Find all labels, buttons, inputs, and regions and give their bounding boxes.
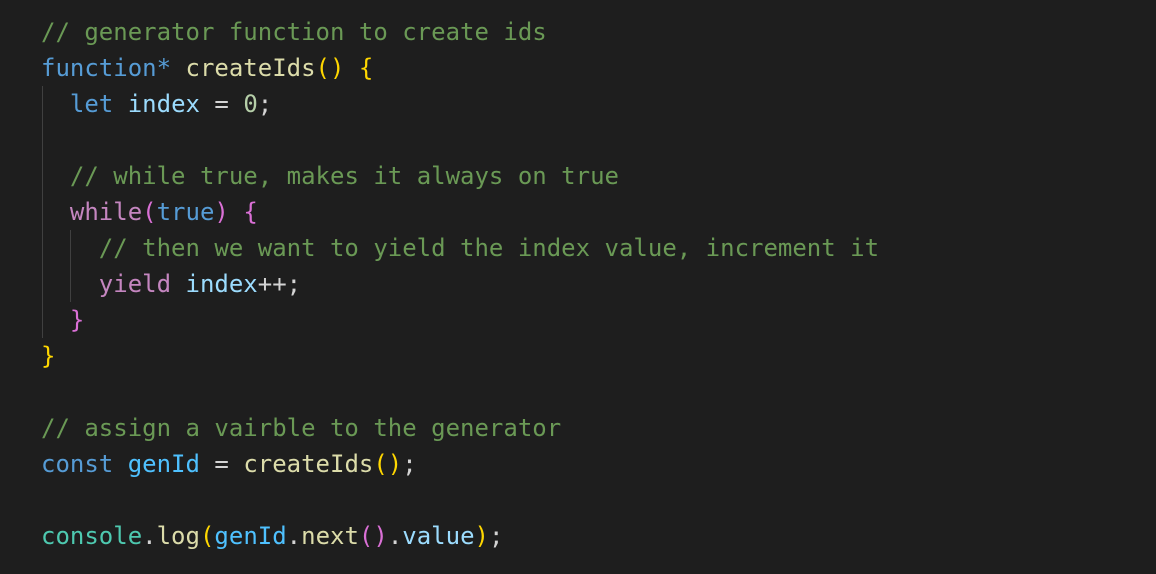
code-token: createIds bbox=[185, 54, 316, 82]
code-token: console bbox=[41, 522, 143, 550]
code-token: = bbox=[199, 450, 244, 478]
code-token: ; bbox=[257, 90, 273, 118]
code-token: yield bbox=[98, 270, 172, 298]
code-token: ) bbox=[474, 522, 489, 550]
code-token: . bbox=[286, 522, 302, 550]
code-line[interactable]: yield index++; bbox=[41, 266, 879, 302]
code-token: genId bbox=[127, 450, 200, 478]
code-token: index bbox=[127, 90, 200, 118]
code-line[interactable]: // generator function to create ids bbox=[41, 14, 879, 50]
code-token: // generator function to create ids bbox=[41, 18, 547, 46]
code-token: 0 bbox=[243, 90, 258, 118]
code-token: ++; bbox=[257, 270, 302, 298]
code-token: function* bbox=[41, 54, 172, 82]
code-line[interactable]: function* createIds() { bbox=[41, 50, 879, 86]
code-token: { bbox=[243, 198, 258, 226]
code-line[interactable]: } bbox=[41, 338, 879, 374]
code-token: const bbox=[41, 450, 114, 478]
code-token: . bbox=[387, 522, 403, 550]
code-area[interactable]: // generator function to create ids funct… bbox=[41, 14, 879, 554]
code-token: ; bbox=[402, 450, 417, 478]
code-line[interactable]: let index = 0; bbox=[41, 86, 879, 122]
code-line[interactable]: while(true) { bbox=[41, 194, 879, 230]
code-line[interactable]: console.log(genId.next().value); bbox=[41, 518, 879, 554]
code-token: true bbox=[156, 198, 215, 226]
code-token: } bbox=[69, 306, 85, 334]
code-line[interactable]: // then we want to yield the index value… bbox=[41, 230, 879, 266]
code-token: ( bbox=[199, 522, 215, 550]
code-token: index bbox=[185, 270, 258, 298]
code-line[interactable]: const genId = createIds(); bbox=[41, 446, 879, 482]
code-token: () bbox=[373, 450, 403, 478]
code-token: = bbox=[199, 90, 244, 118]
code-token: () bbox=[358, 522, 388, 550]
code-token: log bbox=[156, 522, 200, 550]
code-token: } bbox=[41, 342, 56, 370]
code-token: // assign a vairble to the generator bbox=[41, 414, 562, 442]
code-token: () bbox=[315, 54, 345, 82]
code-token: // while true, makes it always on true bbox=[69, 162, 619, 190]
code-token: genId bbox=[214, 522, 287, 550]
code-token: ; bbox=[488, 522, 504, 550]
code-editor[interactable]: // generator function to create ids funct… bbox=[0, 0, 1156, 574]
code-token: createIds bbox=[243, 450, 374, 478]
code-line[interactable] bbox=[41, 482, 879, 518]
code-line[interactable] bbox=[41, 374, 879, 410]
code-token: let bbox=[69, 90, 114, 118]
code-token: while bbox=[69, 198, 143, 226]
code-token: . bbox=[142, 522, 157, 550]
code-token: { bbox=[358, 54, 374, 82]
code-token: ) bbox=[214, 198, 229, 226]
code-line[interactable]: // while true, makes it always on true bbox=[41, 158, 879, 194]
code-token: ( bbox=[142, 198, 157, 226]
code-line[interactable]: // assign a vairble to the generator bbox=[41, 410, 879, 446]
code-token: next bbox=[301, 522, 359, 550]
code-token: // then we want to yield the index value… bbox=[98, 234, 880, 262]
code-line[interactable]: } bbox=[41, 302, 879, 338]
code-token: value bbox=[402, 522, 475, 550]
code-line[interactable] bbox=[41, 122, 879, 158]
